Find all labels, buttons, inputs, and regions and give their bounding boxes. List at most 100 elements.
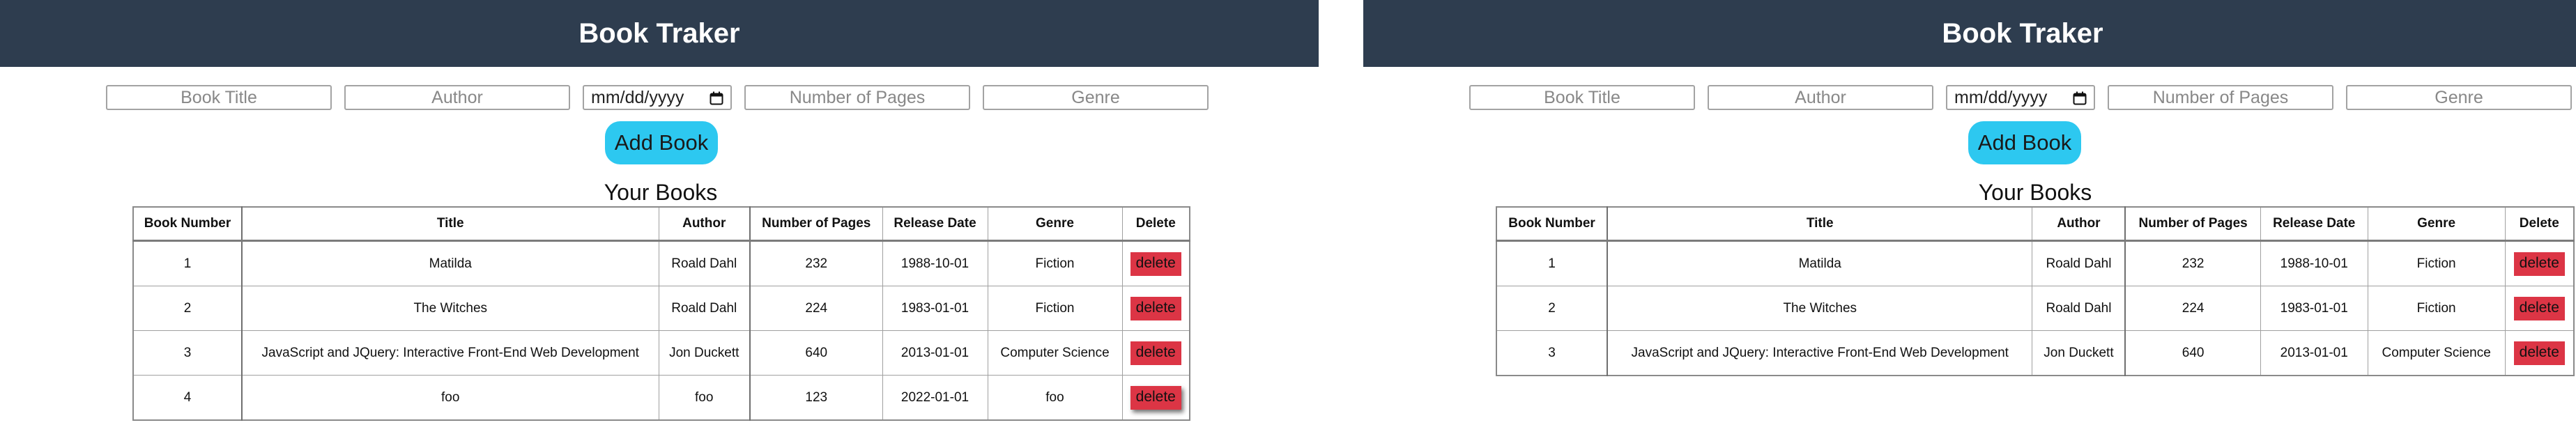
calendar-icon[interactable] — [710, 91, 723, 105]
cell-title: Matilda — [1607, 240, 2033, 286]
column-header-genre: Genre — [987, 206, 1123, 242]
column-header-genre: Genre — [2367, 206, 2506, 242]
column-header-book-number: Book Number — [1496, 206, 1609, 242]
cell-book-number: 4 — [132, 375, 243, 421]
book-title-input[interactable] — [1469, 85, 1695, 110]
cell-pages: 123 — [749, 375, 883, 421]
column-header-title: Title — [1607, 206, 2033, 242]
table-row: 1 Matilda Roald Dahl 232 1988-10-01 Fict… — [1496, 240, 2575, 286]
table-row: 1 Matilda Roald Dahl 232 1988-10-01 Fict… — [132, 240, 1190, 286]
cell-book-number: 1 — [132, 240, 243, 286]
column-header-release-date: Release Date — [2260, 206, 2368, 242]
cell-release-date: 1988-10-01 — [882, 240, 988, 286]
book-tracker-panel-left: Book Traker mm/dd/yyyy Add Book Your Boo… — [0, 0, 1319, 425]
cell-delete: delete — [2504, 240, 2575, 286]
delete-button[interactable]: delete — [1130, 385, 1181, 410]
cell-title: The Witches — [1607, 286, 2033, 331]
cell-delete: delete — [2504, 330, 2575, 376]
cell-title: JavaScript and JQuery: Interactive Front… — [1607, 330, 2033, 376]
cell-release-date: 2013-01-01 — [2260, 330, 2368, 376]
cell-delete: delete — [1121, 240, 1190, 286]
add-book-button[interactable]: Add Book — [1968, 121, 2081, 164]
cell-author: foo — [658, 375, 751, 421]
delete-button[interactable]: delete — [2513, 252, 2565, 276]
cell-genre: foo — [987, 375, 1123, 421]
cell-delete: delete — [1121, 330, 1190, 376]
cell-author: Roald Dahl — [658, 286, 751, 331]
cell-genre: Fiction — [2367, 240, 2506, 286]
table-row: 3 JavaScript and JQuery: Interactive Fro… — [1496, 330, 2575, 376]
cell-pages: 640 — [2124, 330, 2261, 376]
delete-button[interactable]: delete — [1130, 296, 1181, 320]
cell-author: Roald Dahl — [2032, 286, 2126, 331]
date-input-value: mm/dd/yyyy — [591, 88, 684, 107]
cell-delete: delete — [2504, 286, 2575, 331]
genre-input[interactable] — [2346, 85, 2572, 110]
cell-pages: 232 — [749, 240, 883, 286]
number-of-pages-input[interactable] — [744, 85, 970, 110]
calendar-icon[interactable] — [2073, 91, 2087, 105]
cell-pages: 232 — [2124, 240, 2261, 286]
app-title: Book Traker — [1942, 17, 2103, 49]
cell-author: Roald Dahl — [2032, 240, 2126, 286]
author-input[interactable] — [344, 85, 570, 110]
your-books-heading: Your Books — [1978, 180, 2092, 205]
app-header: Book Traker — [0, 0, 1319, 67]
cell-title: JavaScript and JQuery: Interactive Front… — [241, 330, 659, 376]
table-row: 3 JavaScript and JQuery: Interactive Fro… — [132, 330, 1190, 376]
cell-release-date: 1983-01-01 — [882, 286, 988, 331]
cell-genre: Fiction — [987, 286, 1123, 331]
cell-genre: Fiction — [987, 240, 1123, 286]
cell-book-number: 3 — [132, 330, 243, 376]
cell-book-number: 1 — [1496, 240, 1609, 286]
release-date-input[interactable]: mm/dd/yyyy — [583, 85, 732, 110]
cell-release-date: 1983-01-01 — [2260, 286, 2368, 331]
delete-button[interactable]: delete — [2513, 341, 2565, 365]
app-header: Book Traker — [1363, 0, 2576, 67]
column-header-author: Author — [658, 206, 751, 242]
date-input-value: mm/dd/yyyy — [1954, 88, 2048, 107]
column-header-delete: Delete — [2504, 206, 2575, 242]
cell-author: Roald Dahl — [658, 240, 751, 286]
column-header-title: Title — [241, 206, 659, 242]
table-row: 2 The Witches Roald Dahl 224 1983-01-01 … — [132, 286, 1190, 331]
books-table: Book Number Title Author Number of Pages… — [132, 206, 1190, 421]
app-title: Book Traker — [578, 17, 740, 49]
book-tracker-panel-right: Book Traker mm/dd/yyyy Add Book Your Boo… — [1363, 0, 2576, 425]
cell-delete: delete — [1121, 375, 1190, 421]
cell-release-date: 1988-10-01 — [2260, 240, 2368, 286]
add-book-button[interactable]: Add Book — [605, 121, 718, 164]
table-header-row: Book Number Title Author Number of Pages… — [132, 206, 1190, 242]
cell-pages: 224 — [2124, 286, 2261, 331]
cell-delete: delete — [1121, 286, 1190, 331]
cell-author: Jon Duckett — [2032, 330, 2126, 376]
genre-input[interactable] — [983, 85, 1209, 110]
number-of-pages-input[interactable] — [2108, 85, 2333, 110]
cell-genre: Computer Science — [987, 330, 1123, 376]
delete-button[interactable]: delete — [2513, 296, 2565, 320]
cell-title: The Witches — [241, 286, 659, 331]
cell-pages: 640 — [749, 330, 883, 376]
table-row: 2 The Witches Roald Dahl 224 1983-01-01 … — [1496, 286, 2575, 331]
cell-book-number: 3 — [1496, 330, 1609, 376]
column-header-delete: Delete — [1121, 206, 1190, 242]
cell-release-date: 2022-01-01 — [882, 375, 988, 421]
book-title-input[interactable] — [106, 85, 332, 110]
column-header-release-date: Release Date — [882, 206, 988, 242]
delete-button[interactable]: delete — [1130, 252, 1181, 276]
column-header-author: Author — [2032, 206, 2126, 242]
cell-author: Jon Duckett — [658, 330, 751, 376]
column-header-pages: Number of Pages — [2124, 206, 2261, 242]
cell-pages: 224 — [749, 286, 883, 331]
cell-title: Matilda — [241, 240, 659, 286]
table-header-row: Book Number Title Author Number of Pages… — [1496, 206, 2575, 242]
cell-title: foo — [241, 375, 659, 421]
column-header-pages: Number of Pages — [749, 206, 883, 242]
delete-button[interactable]: delete — [1130, 341, 1181, 365]
cell-genre: Fiction — [2367, 286, 2506, 331]
cell-release-date: 2013-01-01 — [882, 330, 988, 376]
release-date-input[interactable]: mm/dd/yyyy — [1946, 85, 2095, 110]
your-books-heading: Your Books — [604, 180, 718, 205]
books-table: Book Number Title Author Number of Pages… — [1496, 206, 2575, 376]
author-input[interactable] — [1708, 85, 1933, 110]
